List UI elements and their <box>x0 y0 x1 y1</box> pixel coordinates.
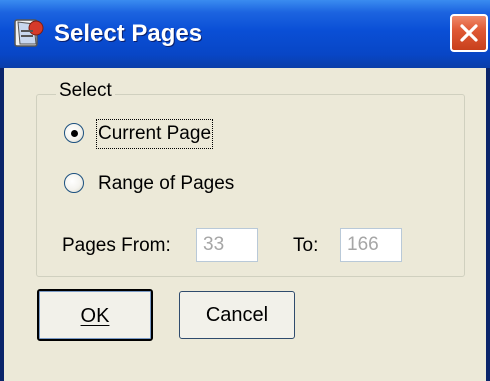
radio-button[interactable] <box>64 173 84 193</box>
close-button[interactable] <box>450 14 488 52</box>
pages-from-label: Pages From: <box>62 235 171 256</box>
title-bar[interactable]: Select Pages <box>0 0 490 68</box>
select-pages-dialog: Select Pages Select Current Page Range o… <box>0 0 490 381</box>
radio-label-range-of-pages: Range of Pages <box>98 173 235 194</box>
pages-from-input[interactable]: 33 <box>196 228 258 262</box>
dialog-body: Select Current Page Range of Pages Pages… <box>4 68 486 381</box>
to-label: To: <box>293 235 319 256</box>
radio-button[interactable] <box>64 123 84 143</box>
ok-button[interactable]: OK <box>37 289 153 341</box>
cancel-button[interactable]: Cancel <box>179 291 295 339</box>
app-icon <box>14 19 44 47</box>
radio-label-current-page: Current Page <box>95 119 214 149</box>
groupbox-label: Select <box>56 80 115 102</box>
cancel-button-label: Cancel <box>205 304 269 326</box>
close-icon <box>460 24 478 42</box>
ok-button-label: OK <box>80 305 110 327</box>
dialog-title: Select Pages <box>54 20 203 47</box>
to-input[interactable]: 166 <box>340 228 402 262</box>
